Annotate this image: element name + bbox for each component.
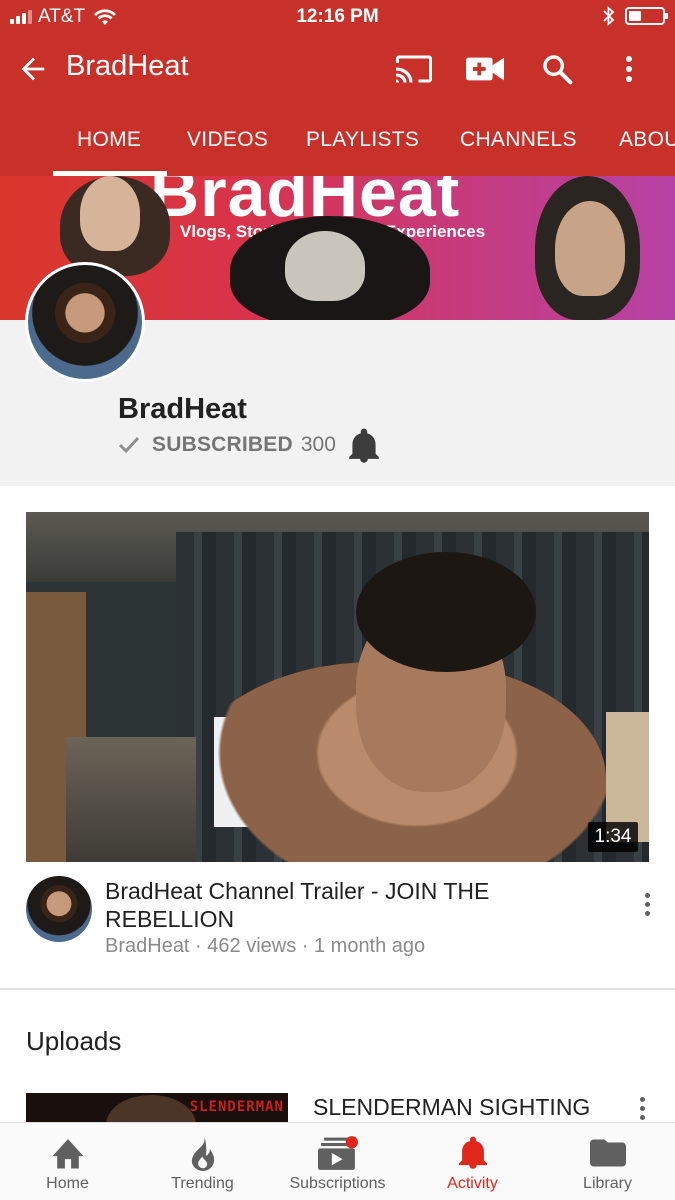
- nav-activity-label: Activity: [447, 1175, 498, 1192]
- bluetooth-icon: [603, 6, 615, 26]
- battery-icon: [625, 7, 668, 25]
- subscriptions-badge: [345, 1136, 358, 1149]
- upload-video-button[interactable]: [465, 50, 505, 88]
- upload-more-options-icon[interactable]: [630, 1094, 654, 1122]
- nav-trending[interactable]: Trending: [135, 1123, 270, 1200]
- nav-trending-label: Trending: [171, 1175, 234, 1192]
- nav-library-label: Library: [583, 1175, 632, 1192]
- nav-subscriptions[interactable]: Subscriptions: [270, 1123, 405, 1200]
- nav-subscriptions-label: Subscriptions: [289, 1175, 386, 1192]
- notification-bell-icon[interactable]: [348, 428, 380, 464]
- nav-activity[interactable]: Activity: [405, 1123, 540, 1200]
- status-right: [603, 6, 668, 26]
- channel-avatar[interactable]: [25, 262, 145, 382]
- nav-library[interactable]: Library: [540, 1123, 675, 1200]
- video-channel-avatar[interactable]: [26, 876, 92, 942]
- search-icon: [543, 55, 573, 85]
- bottom-navigation: Home Trending Subscriptions Activity Lib…: [0, 1122, 675, 1200]
- more-vert-icon: [626, 56, 632, 82]
- more-options-button[interactable]: [609, 50, 649, 88]
- tab-playlists[interactable]: PLAYLISTS: [306, 128, 419, 152]
- video-camera-add-icon: [466, 57, 504, 81]
- upload-thumbnail[interactable]: SLENDERMAN: [26, 1093, 288, 1123]
- tab-channels[interactable]: CHANNELS: [460, 128, 577, 152]
- status-bar: AT&T 12:16 PM: [0, 0, 675, 36]
- tab-about[interactable]: ABOU: [619, 128, 675, 152]
- check-icon: [118, 436, 140, 454]
- banner-face-left: [80, 176, 140, 251]
- back-arrow-icon[interactable]: [16, 52, 50, 86]
- video-duration-badge: 1:34: [588, 822, 638, 852]
- video-title[interactable]: BradHeat Channel Trailer - JOIN THE REBE…: [105, 877, 545, 933]
- subscriber-count: 300: [300, 433, 336, 456]
- tab-home[interactable]: HOME: [77, 128, 141, 152]
- bell-icon: [458, 1136, 487, 1169]
- featured-video-thumbnail[interactable]: [26, 512, 649, 862]
- subscriptions-icon: [317, 1136, 358, 1170]
- thumb-shelf: [66, 737, 196, 862]
- cast-icon: [396, 55, 432, 83]
- nav-home[interactable]: Home: [0, 1123, 135, 1200]
- video-meta: BradHeat · 462 views · 1 month ago: [105, 935, 426, 957]
- home-icon: [52, 1139, 83, 1169]
- channel-name: BradHeat: [118, 393, 247, 425]
- upload-thumb-figure: [106, 1095, 196, 1123]
- video-more-options-icon[interactable]: [635, 884, 659, 924]
- channel-tabs: HOME VIDEOS PLAYLISTS CHANNELS ABOU: [0, 102, 675, 176]
- uploads-heading: Uploads: [26, 1026, 122, 1056]
- app-bar: BradHeat: [0, 36, 675, 102]
- channel-title: BradHeat: [66, 50, 189, 82]
- upload-title[interactable]: SLENDERMAN SIGHTING: [313, 1094, 590, 1121]
- tab-videos[interactable]: VIDEOS: [187, 128, 268, 152]
- clock: 12:16 PM: [296, 6, 379, 27]
- cast-button[interactable]: [394, 50, 434, 88]
- banner-face-right: [555, 201, 625, 296]
- section-divider: [0, 988, 675, 990]
- subscribed-label[interactable]: SUBSCRIBED: [152, 433, 293, 457]
- thumb-hair: [356, 552, 536, 672]
- folder-icon: [589, 1139, 626, 1167]
- nav-home-label: Home: [46, 1175, 89, 1192]
- search-button[interactable]: [537, 50, 577, 88]
- battery-fill: [629, 11, 641, 21]
- flame-icon: [191, 1136, 214, 1171]
- upload-thumb-text: SLENDERMAN: [189, 1099, 284, 1115]
- subscribe-row[interactable]: SUBSCRIBED 300: [118, 433, 336, 457]
- banner-face-center: [285, 231, 365, 301]
